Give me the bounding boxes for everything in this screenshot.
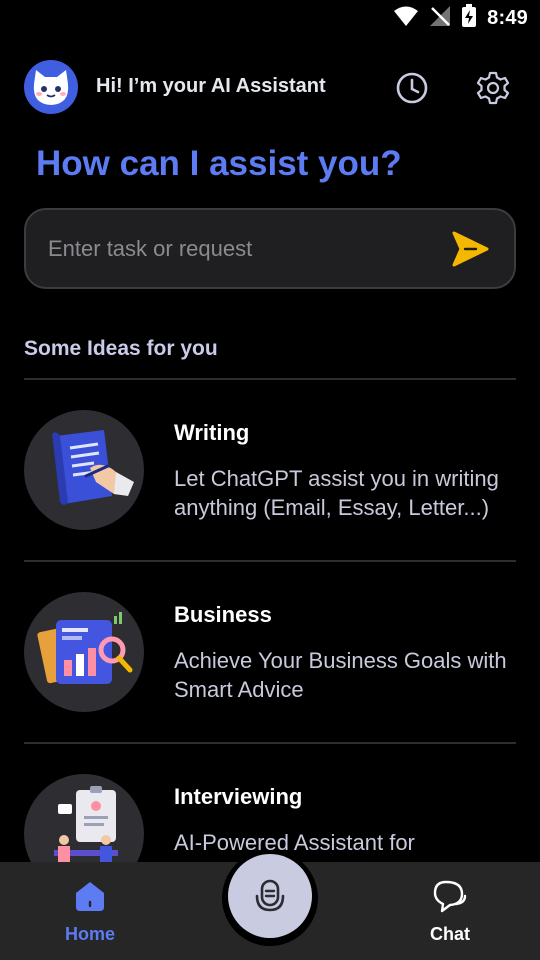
gear-icon <box>476 71 510 105</box>
cat-mascot-icon <box>33 70 69 105</box>
idea-description: Achieve Your Business Goals with Smart A… <box>174 648 507 702</box>
idea-description: Let ChatGPT assist you in writing anythi… <box>174 466 499 520</box>
divider <box>24 560 516 562</box>
idea-title: Writing <box>174 420 250 445</box>
clock-icon <box>396 72 428 104</box>
home-icon <box>76 882 104 911</box>
divider <box>24 742 516 744</box>
writing-illustration <box>24 410 144 530</box>
nav-home-label: Home <box>64 924 115 944</box>
battery-charging-icon <box>461 3 477 33</box>
send-button[interactable] <box>450 230 490 268</box>
nav-home[interactable]: Home <box>20 862 160 960</box>
wifi-icon <box>393 5 419 32</box>
settings-button[interactable] <box>475 70 511 106</box>
report-chart-icon <box>37 612 133 684</box>
status-time: 8:49 <box>487 6 528 29</box>
nav-chat[interactable]: Chat <box>380 862 520 960</box>
ideas-section-title: Some Ideas for you <box>24 337 218 360</box>
history-button[interactable] <box>394 70 430 106</box>
request-box <box>24 208 516 289</box>
task-request-input[interactable] <box>48 210 428 287</box>
divider <box>24 378 516 380</box>
scroll-quill-icon <box>52 430 134 505</box>
header: Hi! I’m your AI Assistant <box>24 60 516 116</box>
send-icon <box>452 231 489 267</box>
status-icons: 8:49 <box>393 3 528 33</box>
idea-card-business[interactable]: Business Achieve Your Business Goals wit… <box>24 592 516 752</box>
microphone-icon <box>255 879 285 912</box>
idea-title: Business <box>174 602 272 627</box>
status-bar: 8:49 <box>0 0 540 36</box>
assistant-avatar[interactable] <box>24 60 78 114</box>
voice-input-button[interactable] <box>228 854 312 938</box>
page-title: How can I assist you? <box>36 144 402 183</box>
idea-title: Interviewing <box>174 784 303 809</box>
nav-chat-label: Chat <box>430 924 470 944</box>
business-illustration <box>24 592 144 712</box>
assistant-greeting: Hi! I’m your AI Assistant <box>96 75 326 97</box>
idea-card-writing[interactable]: Writing Let ChatGPT assist you in writin… <box>24 410 516 570</box>
no-signal-icon <box>429 5 451 32</box>
chat-icon <box>433 880 467 913</box>
